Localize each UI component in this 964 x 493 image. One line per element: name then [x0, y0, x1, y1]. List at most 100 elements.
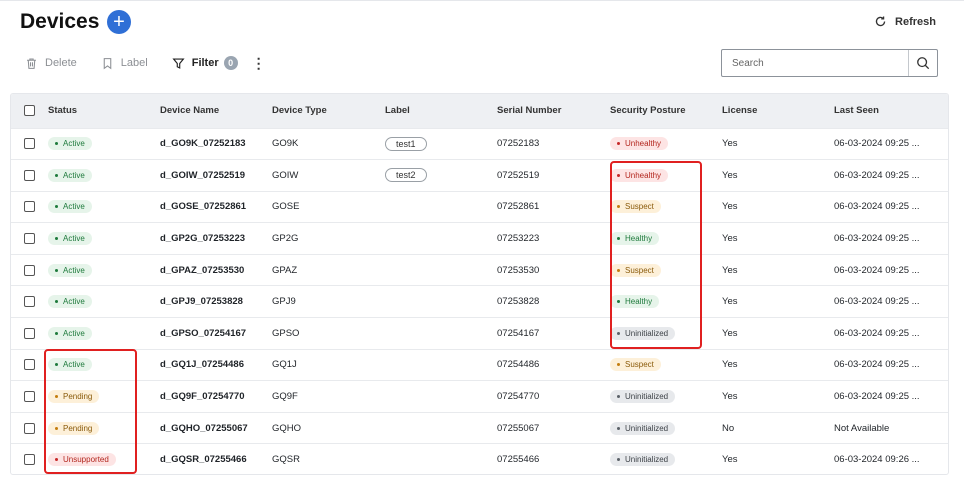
device-name[interactable]: d_GQSR_07255466: [160, 444, 272, 474]
devices-table: Status Device Name Device Type Label Ser…: [10, 93, 949, 475]
filter-count-badge: 0: [223, 56, 238, 70]
last-seen: 06-03-2024 09:25 ...: [834, 169, 920, 181]
filter-button[interactable]: Filter 0: [172, 56, 238, 70]
device-type: GO9K: [272, 138, 299, 150]
device-name[interactable]: d_GO9K_07252183: [160, 128, 272, 160]
status-badge: Active: [48, 168, 92, 182]
column-header-security-posture[interactable]: Security Posture: [610, 94, 722, 128]
device-type: GQSR: [272, 454, 300, 466]
status-dot-icon: [55, 363, 58, 367]
status-dot-icon: [617, 205, 620, 209]
device-name[interactable]: d_GQ9F_07254770: [160, 381, 272, 413]
refresh-icon: [875, 16, 886, 27]
security-posture-badge: Uninitialized: [610, 453, 676, 467]
refresh-button[interactable]: Refresh: [874, 15, 936, 28]
device-type: GPJ9: [272, 296, 296, 308]
row-checkbox[interactable]: [24, 454, 35, 466]
filter-icon: [172, 57, 185, 69]
column-header-label[interactable]: Label: [385, 94, 497, 128]
row-checkbox[interactable]: [24, 327, 35, 339]
table-row[interactable]: Active d_GQ1J_07254486 GQ1J 07254486 Suspect…: [11, 349, 948, 381]
table-row[interactable]: Active d_GOSE_07252861 GOSE 07252861 Suspect…: [11, 191, 948, 223]
status-badge: Active: [48, 326, 92, 340]
security-posture-badge: Uninitialized: [610, 326, 676, 340]
row-checkbox[interactable]: [24, 359, 35, 371]
status-dot-icon: [617, 173, 620, 177]
row-checkbox[interactable]: [24, 169, 35, 181]
license: Yes: [722, 454, 738, 466]
row-checkbox[interactable]: [24, 233, 35, 245]
label-tag: test1: [385, 136, 427, 151]
row-checkbox[interactable]: [24, 138, 35, 150]
search-box: [721, 49, 938, 77]
column-header-device-name[interactable]: Device Name: [160, 94, 272, 128]
device-name[interactable]: d_GQ1J_07254486: [160, 349, 272, 381]
security-posture-badge: Unhealthy: [610, 168, 669, 182]
row-checkbox[interactable]: [24, 391, 35, 403]
serial-number: 07252519: [497, 169, 540, 181]
device-type: GQ1J: [272, 359, 297, 371]
license: Yes: [722, 233, 738, 245]
status-dot-icon: [617, 363, 620, 367]
table-row[interactable]: Active d_GO9K_07252183 GO9K test1 07252183 Un…: [11, 128, 948, 160]
search-input[interactable]: [722, 50, 908, 76]
license: Yes: [722, 391, 738, 403]
add-device-button[interactable]: +: [107, 10, 131, 34]
last-seen: 06-03-2024 09:25 ...: [834, 201, 920, 213]
status-dot-icon: [617, 458, 620, 462]
status-dot-icon: [55, 205, 58, 209]
license: Yes: [722, 138, 738, 150]
security-posture-badge: Uninitialized: [610, 421, 676, 435]
status-dot-icon: [617, 395, 620, 399]
table-row[interactable]: Pending d_GQ9F_07254770 GQ9F 07254770 Uninit…: [11, 380, 948, 413]
last-seen: 06-03-2024 09:25 ...: [834, 233, 920, 245]
row-checkbox[interactable]: [24, 201, 35, 213]
device-name[interactable]: d_GPSO_07254167: [160, 318, 272, 350]
table-row[interactable]: Active d_GOIW_07252519 GOIW test2 07252519 Un…: [11, 159, 948, 192]
top-divider: [0, 0, 964, 1]
license: Yes: [722, 327, 738, 339]
row-checkbox[interactable]: [24, 296, 35, 308]
device-type: GOIW: [272, 169, 299, 181]
device-name[interactable]: d_GPAZ_07253530: [160, 254, 272, 286]
table-row[interactable]: Active d_GPJ9_07253828 GPJ9 07253828 Healthy…: [11, 285, 948, 318]
table-row[interactable]: Active d_GP2G_07253223 GP2G 07253223 Healthy…: [11, 222, 948, 255]
row-checkbox[interactable]: [24, 264, 35, 276]
serial-number: 07254486: [497, 359, 540, 371]
column-header-license[interactable]: License: [722, 94, 834, 128]
security-posture-badge: Suspect: [610, 358, 661, 372]
license: Yes: [722, 296, 738, 308]
search-button[interactable]: [909, 50, 937, 76]
security-posture-badge: Healthy: [610, 295, 660, 309]
kebab-icon[interactable]: ⋮: [252, 55, 266, 72]
serial-number: 07252183: [497, 138, 540, 150]
serial-number: 07253530: [497, 264, 540, 276]
delete-button[interactable]: Delete: [25, 57, 77, 70]
column-header-serial-number[interactable]: Serial Number: [497, 94, 610, 128]
column-header-status[interactable]: Status: [48, 94, 160, 128]
table-row[interactable]: Active d_GPAZ_07253530 GPAZ 07253530 Suspect…: [11, 254, 948, 286]
table-row[interactable]: Unsupported d_GQSR_07255466 GQSR 07255466 Un…: [11, 443, 948, 474]
last-seen: Not Available: [834, 422, 890, 434]
license: Yes: [722, 264, 738, 276]
select-all-checkbox[interactable]: [24, 105, 35, 117]
column-header-last-seen[interactable]: Last Seen: [834, 94, 948, 128]
device-name[interactable]: d_GOIW_07252519: [160, 160, 272, 192]
device-name[interactable]: d_GP2G_07253223: [160, 223, 272, 255]
delete-label: Delete: [45, 57, 77, 69]
device-type: GP2G: [272, 233, 299, 245]
table-row[interactable]: Active d_GPSO_07254167 GPSO 07254167 Uniniti…: [11, 317, 948, 350]
device-name[interactable]: d_GQHO_07255067: [160, 412, 272, 444]
device-type: GOSE: [272, 201, 300, 213]
device-name[interactable]: d_GOSE_07252861: [160, 191, 272, 223]
serial-number: 07253828: [497, 296, 540, 308]
table-row[interactable]: Pending d_GQHO_07255067 GQHO 07255067 Uninit…: [11, 412, 948, 444]
row-checkbox[interactable]: [24, 422, 35, 434]
security-posture-badge: Uninitialized: [610, 390, 676, 404]
label-button[interactable]: Label: [101, 57, 148, 70]
table-header-row: Status Device Name Device Type Label Ser…: [11, 94, 948, 128]
bookmark-icon: [103, 57, 112, 69]
device-name[interactable]: d_GPJ9_07253828: [160, 286, 272, 318]
status-dot-icon: [55, 458, 58, 462]
column-header-device-type[interactable]: Device Type: [272, 94, 385, 128]
